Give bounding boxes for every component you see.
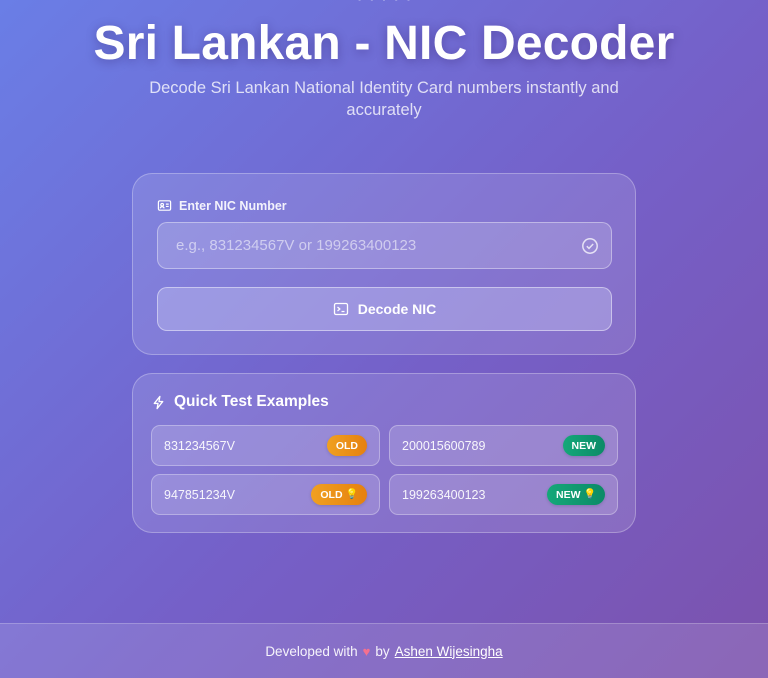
footer-prefix: Developed with — [265, 643, 358, 659]
page-title: Sri Lankan - NIC Decoder — [93, 17, 675, 70]
badge-label: NEW — [571, 439, 597, 452]
heart-icon: ♥ — [362, 643, 371, 659]
old-format-badge: OLD — [326, 435, 367, 456]
old-format-badge: OLD 💡 — [311, 484, 367, 505]
example-nic-number: 200015600789 — [402, 438, 486, 453]
example-item[interactable]: 947851234V OLD 💡 — [151, 474, 380, 515]
quick-examples-card: Quick Test Examples 831234567V OLD 20001… — [132, 373, 636, 533]
examples-title-text: Quick Test Examples — [174, 393, 329, 410]
footer: Developed with ♥ by Ashen Wijesingha — [0, 623, 768, 678]
new-format-badge: NEW — [562, 435, 605, 456]
new-format-badge: NEW 💡 — [547, 484, 605, 505]
badge-label: NEW — [556, 488, 581, 501]
badge-label: OLD — [320, 488, 343, 501]
nic-input[interactable] — [158, 223, 611, 268]
example-nic-number: 831234567V — [164, 438, 235, 453]
example-item[interactable]: 831234567V OLD — [151, 425, 380, 466]
nic-field-label: Enter NIC Number — [157, 198, 287, 213]
footer-by: by — [375, 643, 390, 659]
example-nic-number: 199263400123 — [402, 487, 486, 502]
example-item[interactable]: 200015600789 NEW — [389, 425, 618, 466]
page-subtitle: Decode Sri Lankan National Identity Card… — [149, 79, 619, 119]
lightning-icon — [153, 395, 164, 409]
badge-label: OLD — [335, 439, 358, 452]
top-fragment: · · · · · — [0, 0, 768, 11]
decode-nic-button[interactable]: Decode NIC — [157, 287, 612, 331]
nic-input-wrapper — [157, 222, 612, 269]
lightbulb-icon: 💡 — [345, 489, 358, 500]
id-card-icon — [157, 200, 172, 211]
author-link[interactable]: Ashen Wijesingha — [395, 644, 503, 659]
example-nic-number: 947851234V — [164, 487, 235, 502]
example-item[interactable]: 199263400123 NEW 💡 — [389, 474, 618, 515]
examples-title: Quick Test Examples — [151, 393, 329, 411]
decoder-card: Enter NIC Number Decode NIC — [132, 173, 636, 355]
lightbulb-icon: 💡 — [583, 489, 596, 500]
check-circle-icon — [582, 238, 598, 254]
decode-nic-button-label: Decode NIC — [357, 301, 437, 317]
terminal-icon — [333, 302, 348, 316]
nic-field-label-text: Enter NIC Number — [179, 198, 287, 213]
